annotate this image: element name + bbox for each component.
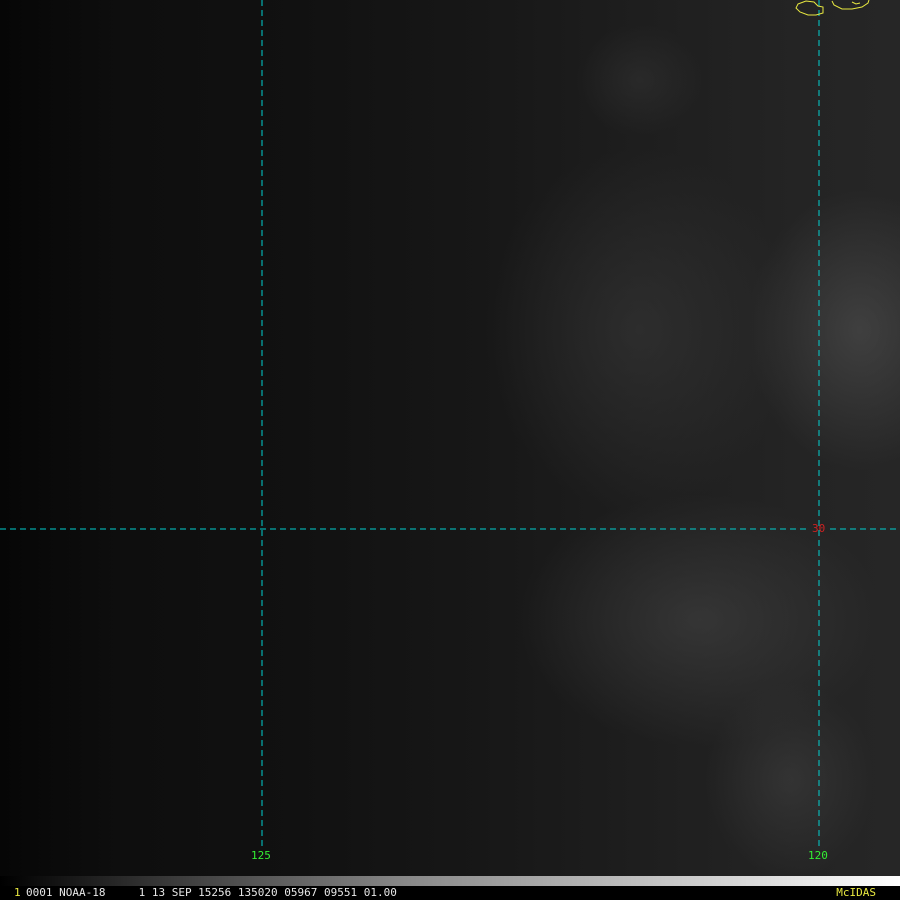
latitude-label-30: 30 xyxy=(812,522,826,535)
map-overlay xyxy=(0,0,900,848)
coastline-island-east xyxy=(831,0,870,10)
mcidas-brand: McIDAS xyxy=(836,886,876,899)
image-metadata-text: 0001 NOAA-18 1 13 SEP 15256 135020 05967… xyxy=(26,886,397,899)
coastline-island-east-inner xyxy=(851,1,861,5)
longitude-label-120: 120 xyxy=(808,849,828,862)
grayscale-legend xyxy=(0,876,900,886)
frame-number: 1 xyxy=(14,886,21,899)
status-bar: 1 0001 NOAA-18 1 13 SEP 15256 135020 059… xyxy=(0,876,900,900)
satellite-image-viewport[interactable]: 125 120 30 1 0001 NOAA-18 1 13 SEP 15256… xyxy=(0,0,900,900)
longitude-label-125: 125 xyxy=(251,849,271,862)
